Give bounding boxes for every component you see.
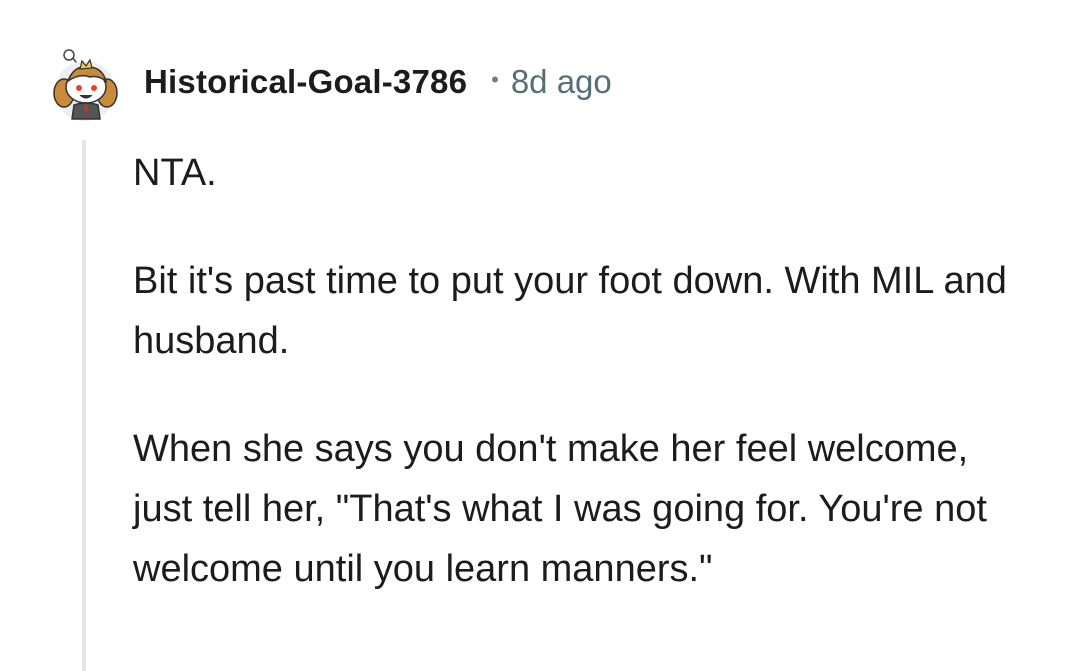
meta-separator: • (491, 67, 499, 92)
comment-body: NTA. Bit it's past time to put your foot… (133, 143, 1033, 647)
snoo-avatar-icon (53, 49, 118, 121)
comment: Historical-Goal-3786 • 8d ago NTA. Bit i… (0, 0, 1080, 671)
comment-timestamp[interactable]: 8d ago (511, 63, 612, 101)
comment-paragraph: Bit it's past time to put your foot down… (133, 260, 1007, 362)
thread-collapse-line[interactable] (82, 140, 86, 671)
comment-header: Historical-Goal-3786 • 8d ago (50, 44, 612, 121)
comment-paragraph: NTA. (133, 152, 217, 194)
user-avatar[interactable] (50, 47, 120, 121)
comment-author[interactable]: Historical-Goal-3786 (144, 63, 467, 101)
comment-paragraph: When she says you don't make her feel we… (133, 428, 987, 590)
